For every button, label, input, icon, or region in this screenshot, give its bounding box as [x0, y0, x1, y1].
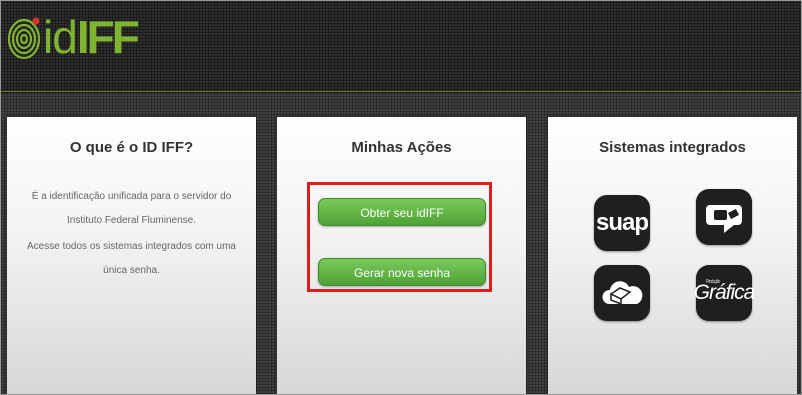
actions-panel: Minhas Ações Obter seu idIFF Gerar nova … — [277, 117, 526, 394]
chat-bubble-glyph — [706, 205, 742, 233]
about-paragraph-2: Acesse todos os sistemas integrados com … — [27, 241, 236, 276]
about-title: O que é o ID IFF? — [69, 139, 194, 156]
gerar-nova-senha-button[interactable]: Gerar nova senha — [318, 258, 486, 286]
fingerprint-icon — [7, 17, 41, 60]
actions-title: Minhas Ações — [351, 139, 452, 156]
site-header: idIFF — [1, 1, 801, 93]
grafica-icon[interactable]: Produção Gráfica — [693, 265, 756, 321]
idiff-logo[interactable]: idIFF — [7, 11, 140, 63]
main-content: O que é o ID IFF? É a identificação unif… — [1, 93, 801, 394]
grafica-sublabel: Produção — [706, 279, 720, 285]
cloud-box-icon[interactable] — [594, 265, 650, 321]
logo-iff-text: IFF — [76, 11, 140, 63]
logo-wordmark: idIFF — [43, 11, 140, 63]
suap-label: suap — [595, 209, 649, 236]
suap-icon[interactable]: suap — [594, 195, 650, 251]
systems-panel: Sistemas integrados suap Produção Gráfic… — [548, 117, 797, 394]
logo-id-text: id — [43, 11, 78, 63]
browser-viewport: idIFF O que é o ID IFF? É a identificaçã… — [0, 0, 802, 395]
about-panel: O que é o ID IFF? É a identificação unif… — [7, 117, 256, 394]
chat-bubble-icon[interactable] — [696, 189, 752, 245]
about-description: É a identificação unificada para o servi… — [15, 185, 248, 285]
cloud-box-glyph — [602, 281, 643, 306]
header-divider — [1, 91, 801, 92]
systems-title: Sistemas integrados — [599, 139, 746, 156]
about-paragraph-1: É a identificação unificada para o servi… — [31, 191, 232, 226]
grafica-label: Gráfica — [693, 281, 756, 304]
obter-idiff-button[interactable]: Obter seu idIFF — [318, 198, 486, 226]
